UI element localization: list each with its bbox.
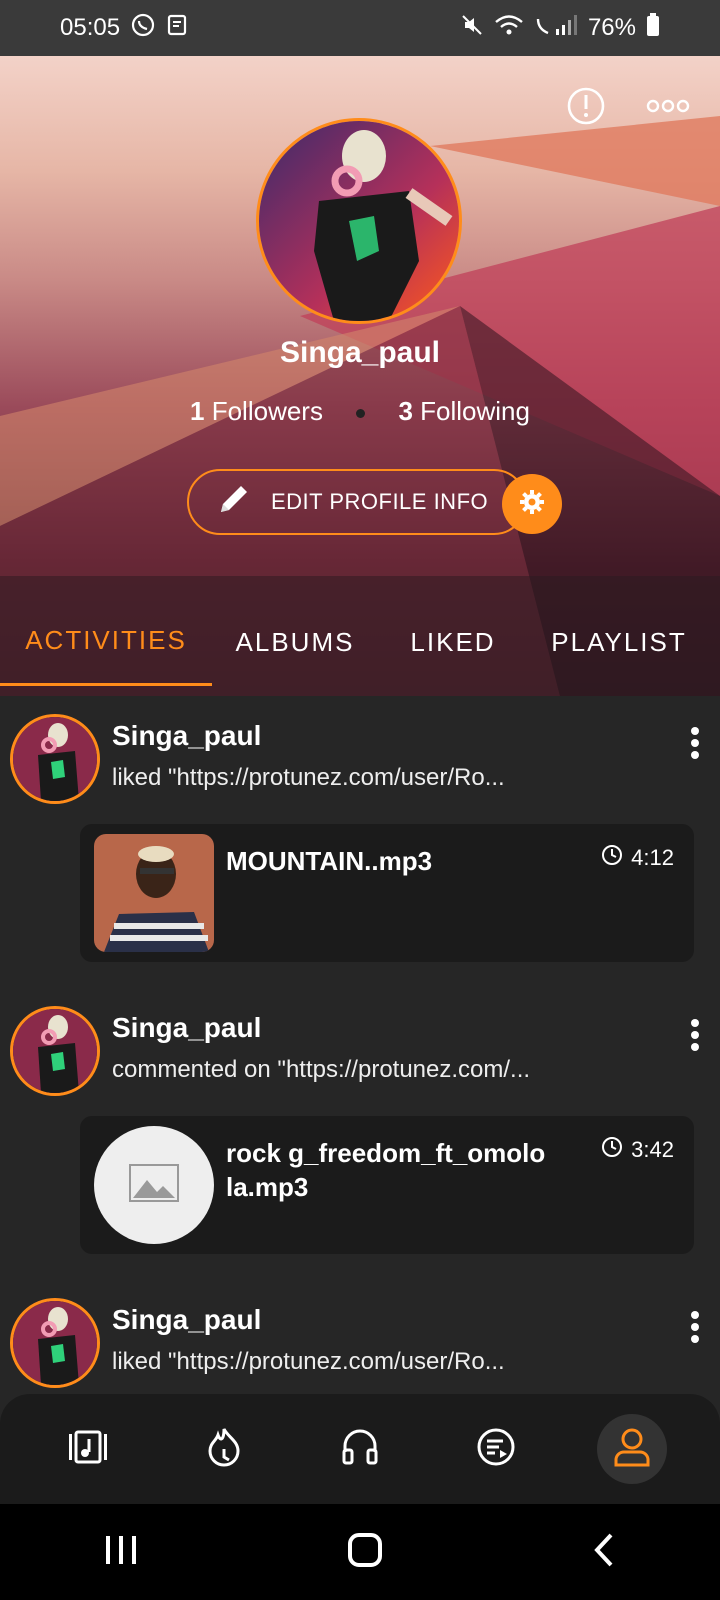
tab-liked[interactable]: LIKED bbox=[378, 598, 528, 686]
track-thumbnail bbox=[94, 1126, 214, 1244]
feed-description: liked "https://protunez.com/user/Ro... bbox=[112, 764, 505, 791]
feed-username[interactable]: Singa_paul bbox=[112, 1304, 261, 1336]
report-icon[interactable] bbox=[566, 86, 606, 131]
following-link[interactable]: 3 Following bbox=[398, 396, 530, 426]
followers-link[interactable]: 1 Followers bbox=[190, 396, 323, 426]
more-options-icon[interactable] bbox=[646, 98, 690, 119]
clock-icon bbox=[601, 1136, 623, 1164]
edit-profile-label: EDIT PROFILE INFO bbox=[271, 489, 489, 514]
profile-avatar[interactable] bbox=[256, 118, 462, 324]
kebab-menu-icon[interactable] bbox=[690, 1310, 700, 1349]
feed-username[interactable]: Singa_paul bbox=[112, 720, 261, 752]
battery-percent: 76% bbox=[587, 14, 636, 41]
call-signal-icon bbox=[534, 13, 578, 44]
profile-username: Singa_paul bbox=[279, 336, 441, 369]
kebab-menu-icon[interactable] bbox=[690, 1018, 700, 1057]
track-duration: 4:12 bbox=[601, 844, 674, 872]
playlist-icon bbox=[476, 1427, 516, 1472]
track-card[interactable]: MOUNTAIN..mp3 4:12 bbox=[80, 824, 694, 962]
system-navigation-bar bbox=[0, 1504, 720, 1600]
nav-trending-button[interactable] bbox=[189, 1414, 259, 1484]
track-title: MOUNTAIN..mp3 bbox=[226, 846, 433, 876]
kebab-menu-icon[interactable] bbox=[690, 726, 700, 765]
tab-activities[interactable]: ACTIVITIES bbox=[0, 598, 212, 686]
followers-label: Followers bbox=[211, 396, 323, 426]
track-card[interactable]: rock g_freedom_ft_omolo la.mp3 3:42 bbox=[80, 1116, 694, 1254]
whatsapp-icon bbox=[130, 12, 156, 45]
recent-apps-icon[interactable] bbox=[104, 1534, 138, 1571]
home-icon[interactable] bbox=[347, 1532, 383, 1573]
feed-description: commented on "https://protunez.com/... bbox=[112, 1056, 531, 1083]
activity-feed: Singa_paul liked "https://protunez.com/u… bbox=[0, 696, 720, 1396]
avatar[interactable] bbox=[10, 714, 100, 804]
profile-tabs: ACTIVITIES ALBUMS LIKED PLAYLIST bbox=[0, 598, 720, 686]
track-duration: 3:42 bbox=[601, 1136, 674, 1164]
image-placeholder-icon bbox=[129, 1163, 179, 1207]
back-icon[interactable] bbox=[592, 1532, 616, 1573]
avatar[interactable] bbox=[10, 1298, 100, 1388]
nav-library-button[interactable] bbox=[53, 1414, 123, 1484]
track-title: rock g_freedom_ft_omolo la.mp3 bbox=[226, 1138, 546, 1202]
headphones-icon bbox=[341, 1428, 379, 1471]
duration-text: 4:12 bbox=[631, 845, 674, 870]
clock-icon bbox=[601, 844, 623, 872]
tab-playlist[interactable]: PLAYLIST bbox=[528, 598, 710, 686]
status-time: 05:05 bbox=[60, 14, 121, 41]
followers-count: 1 bbox=[190, 396, 205, 426]
clipboard-icon bbox=[166, 12, 190, 45]
status-bar: 05:05 76% bbox=[0, 0, 720, 56]
edit-profile-button[interactable]: EDIT PROFILE INFO bbox=[187, 469, 527, 535]
feed-description: liked "https://protunez.com/user/Ro... bbox=[112, 1348, 505, 1375]
separator-dot bbox=[356, 408, 366, 418]
profile-icon bbox=[613, 1427, 651, 1472]
nav-profile-button[interactable] bbox=[597, 1414, 667, 1484]
trending-icon bbox=[206, 1427, 242, 1472]
mute-icon bbox=[460, 13, 484, 44]
library-icon bbox=[67, 1430, 109, 1469]
tab-albums[interactable]: ALBUMS bbox=[212, 598, 378, 686]
follow-stats: 1 Followers 3 Following bbox=[0, 396, 720, 427]
bottom-navigation bbox=[0, 1394, 720, 1504]
battery-icon bbox=[646, 12, 660, 44]
nav-playlist-button[interactable] bbox=[461, 1414, 531, 1484]
following-count: 3 bbox=[398, 396, 413, 426]
following-label: Following bbox=[420, 396, 530, 426]
avatar[interactable] bbox=[10, 1006, 100, 1096]
gear-icon bbox=[519, 489, 545, 520]
track-thumbnail bbox=[94, 834, 214, 952]
wifi-icon bbox=[494, 13, 524, 44]
duration-text: 3:42 bbox=[631, 1137, 674, 1162]
settings-button[interactable] bbox=[502, 474, 562, 534]
profile-header: Singa_paul 1 Followers 3 Following EDIT … bbox=[0, 56, 720, 696]
nav-player-button[interactable] bbox=[325, 1414, 395, 1484]
pencil-icon bbox=[215, 480, 253, 524]
feed-username[interactable]: Singa_paul bbox=[112, 1012, 261, 1044]
